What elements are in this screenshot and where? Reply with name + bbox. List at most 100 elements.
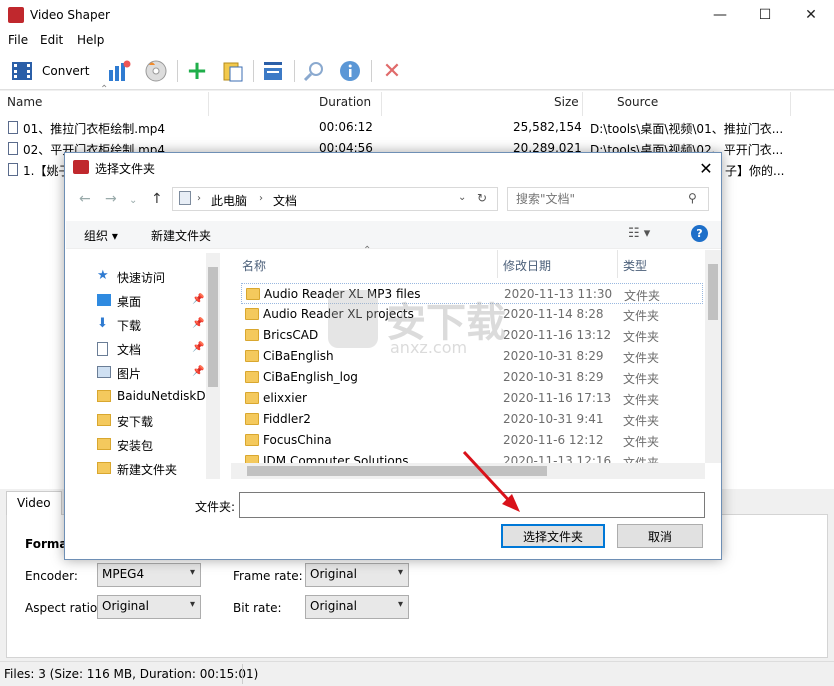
watermark-sub: anxz.com bbox=[390, 338, 468, 357]
table-row[interactable]: 01、推拉门衣柜绘制.mp4 00:06:12 25,582,154 D:\to… bbox=[0, 117, 834, 139]
paste-icon[interactable] bbox=[219, 58, 247, 84]
folder-label: 文件夹: bbox=[195, 500, 236, 514]
folder-date: 2020-10-31 8:29 bbox=[503, 370, 604, 384]
pin-icon[interactable]: 📌 bbox=[192, 294, 204, 305]
save-icon[interactable] bbox=[259, 58, 287, 84]
framerate-value: Original bbox=[310, 567, 357, 581]
download-icon: ⬇ bbox=[97, 316, 108, 331]
nav-item[interactable]: 桌面 bbox=[117, 293, 141, 310]
nav-item[interactable]: BaiduNetdiskD bbox=[117, 389, 206, 403]
search-field[interactable]: ⚲ bbox=[507, 187, 709, 211]
annotation-arrow bbox=[462, 450, 520, 512]
folder-type: 文件夹 bbox=[623, 393, 660, 407]
nav-item[interactable]: 快速访问 bbox=[117, 269, 165, 286]
column-name[interactable]: 名称 bbox=[242, 257, 266, 274]
computer-icon bbox=[179, 191, 191, 205]
breadcrumb-this-pc[interactable]: 此电脑 bbox=[211, 192, 247, 209]
bitrate-select[interactable]: Original ▾ bbox=[305, 595, 409, 619]
chevron-down-icon[interactable]: ⌄ bbox=[129, 195, 137, 206]
scroll-thumb[interactable] bbox=[208, 267, 218, 387]
nav-item[interactable]: 新建文件夹 bbox=[117, 461, 177, 478]
folder-type: 文件夹 bbox=[623, 414, 660, 428]
folder-icon bbox=[97, 390, 111, 402]
add-icon[interactable]: + bbox=[183, 56, 211, 86]
folder-icon bbox=[245, 434, 259, 446]
delete-icon[interactable]: ✕ bbox=[378, 58, 406, 84]
chevron-down-icon: ▾ bbox=[189, 567, 195, 578]
column-size[interactable]: Size bbox=[554, 95, 579, 109]
folder-list-item[interactable]: Fiddler2 2020-10-31 9:41 文件夹 bbox=[241, 409, 703, 430]
folder-list-item[interactable]: CiBaEnglish 2020-10-31 8:29 文件夹 bbox=[241, 346, 703, 367]
chevron-down-icon[interactable]: ⌄ bbox=[458, 192, 466, 203]
pin-icon[interactable]: 📌 bbox=[192, 342, 204, 353]
new-folder-button[interactable]: 新建文件夹 bbox=[151, 227, 211, 244]
minimize-button[interactable]: — bbox=[697, 0, 743, 30]
refresh-icon[interactable]: ↻ bbox=[477, 191, 487, 205]
folder-list-item[interactable]: elixxier 2020-11-16 17:13 文件夹 bbox=[241, 388, 703, 409]
encoder-select[interactable]: MPEG4 ▾ bbox=[97, 563, 201, 587]
pin-icon[interactable]: 📌 bbox=[192, 318, 204, 329]
search-icon[interactable] bbox=[300, 58, 328, 84]
pin-icon[interactable]: 📌 bbox=[192, 366, 204, 377]
folder-icon bbox=[245, 350, 259, 362]
column-date[interactable]: 修改日期 bbox=[503, 257, 551, 274]
menu-file[interactable]: File bbox=[8, 33, 28, 47]
header-divider bbox=[208, 92, 209, 116]
folder-date: 2020-10-31 9:41 bbox=[503, 412, 604, 426]
scroll-thumb[interactable] bbox=[708, 264, 718, 320]
info-icon[interactable] bbox=[336, 58, 364, 84]
menu-help[interactable]: Help bbox=[77, 33, 104, 47]
aspect-select[interactable]: Original ▾ bbox=[97, 595, 201, 619]
file-source: D:\tools\桌面\视频\01、推拉门衣... bbox=[590, 122, 784, 136]
folder-name: FocusChina bbox=[263, 433, 332, 447]
status-text: Files: 3 (Size: 116 MB, Duration: 00:15:… bbox=[4, 667, 259, 681]
search-input[interactable] bbox=[516, 192, 686, 206]
column-name[interactable]: Name bbox=[7, 95, 42, 109]
nav-item[interactable]: 安装包 bbox=[117, 437, 153, 454]
folder-list-scrollbar[interactable] bbox=[705, 250, 721, 463]
file-size: 25,582,154 bbox=[513, 120, 582, 134]
maximize-button[interactable]: ☐ bbox=[742, 0, 788, 30]
nav-item[interactable]: 下载 bbox=[117, 317, 141, 334]
folder-icon bbox=[246, 288, 260, 300]
desktop-icon bbox=[97, 294, 111, 306]
folder-icon bbox=[245, 329, 259, 341]
equalizer-icon[interactable] bbox=[105, 58, 133, 84]
nav-item[interactable]: 文档 bbox=[117, 341, 141, 358]
menu-edit[interactable]: Edit bbox=[40, 33, 63, 47]
column-type[interactable]: 类型 bbox=[623, 257, 647, 274]
column-source[interactable]: Source bbox=[617, 95, 658, 109]
folder-name: CiBaEnglish bbox=[263, 349, 334, 363]
convert-button[interactable]: Convert bbox=[42, 64, 89, 78]
address-bar[interactable]: › 此电脑 › 文档 ⌄ ↻ bbox=[172, 187, 498, 211]
dialog-close-button[interactable]: ✕ bbox=[691, 155, 721, 181]
close-button[interactable]: ✕ bbox=[788, 0, 834, 30]
nav-item[interactable]: 图片 bbox=[117, 365, 141, 382]
organize-menu[interactable]: 组织 ▾ bbox=[84, 227, 118, 244]
folder-list-item[interactable]: CiBaEnglish_log 2020-10-31 8:29 文件夹 bbox=[241, 367, 703, 388]
nav-item[interactable]: 安下载 bbox=[117, 413, 153, 430]
column-duration[interactable]: Duration bbox=[319, 95, 371, 109]
toolbar-separator bbox=[371, 60, 372, 82]
forward-arrow-icon[interactable]: → bbox=[105, 191, 117, 207]
framerate-select[interactable]: Original ▾ bbox=[305, 563, 409, 587]
file-icon bbox=[8, 121, 18, 134]
disc-icon[interactable] bbox=[142, 58, 170, 84]
select-folder-button[interactable]: 选择文件夹 bbox=[501, 524, 605, 548]
up-arrow-icon[interactable]: ↑ bbox=[151, 191, 163, 207]
folder-date: 2020-11-16 17:13 bbox=[503, 391, 612, 405]
tab-video[interactable]: Video bbox=[6, 491, 62, 515]
search-icon[interactable]: ⚲ bbox=[688, 191, 697, 205]
help-icon[interactable]: ? bbox=[691, 225, 708, 242]
cancel-button[interactable]: 取消 bbox=[617, 524, 703, 548]
folder-type: 文件夹 bbox=[623, 309, 660, 323]
status-bar: Files: 3 (Size: 116 MB, Duration: 00:15:… bbox=[0, 661, 834, 686]
menu-bar: File Edit Help bbox=[0, 30, 834, 52]
back-arrow-icon[interactable]: ← bbox=[79, 191, 91, 207]
folder-type: 文件夹 bbox=[623, 351, 660, 365]
breadcrumb-documents[interactable]: 文档 bbox=[273, 192, 297, 209]
convert-icon[interactable] bbox=[8, 58, 36, 84]
nav-scrollbar[interactable] bbox=[206, 253, 220, 479]
folder-name: elixxier bbox=[263, 391, 307, 405]
view-options-icon[interactable]: ☷ ▾ bbox=[628, 226, 650, 241]
